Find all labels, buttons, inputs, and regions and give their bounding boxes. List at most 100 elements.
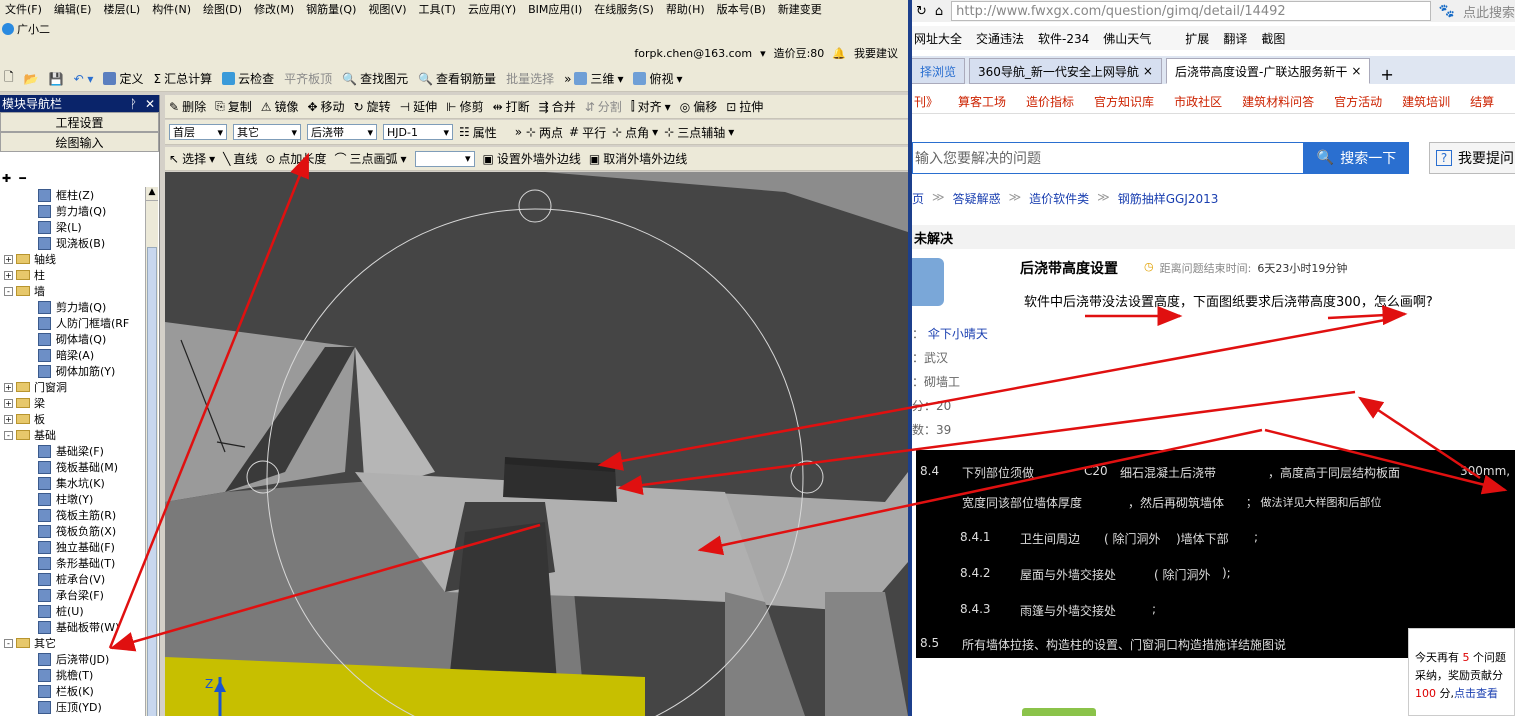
nav-link[interactable]: 官方知识库	[1094, 93, 1154, 110]
nav-link[interactable]: 市政社区	[1174, 93, 1222, 110]
close-icon[interactable]: ×	[1351, 64, 1361, 78]
break-button[interactable]: ⇹ 打断	[493, 98, 530, 115]
tree-item[interactable]: 基础板带(W)	[0, 619, 145, 635]
tree-folder[interactable]: - 其它	[0, 635, 145, 651]
menu-rebar[interactable]: 钢筋量(Q)	[303, 1, 359, 17]
tree-item[interactable]: 筏板负筋(X)	[0, 523, 145, 539]
assistant-label[interactable]: 广小二	[17, 21, 50, 37]
pin-icon[interactable]: ᚹ	[130, 97, 137, 111]
open-file-icon[interactable]: 📂	[24, 72, 39, 86]
nav-link[interactable]: 结算	[1470, 93, 1494, 110]
breadcrumb-software[interactable]: 造价软件类	[1029, 190, 1089, 207]
sum-button[interactable]: Σ 汇总计算	[153, 70, 212, 87]
find-element-button[interactable]: 🔍 查找图元	[342, 70, 408, 87]
line-button[interactable]: ╲ 直线	[223, 150, 257, 167]
menu-version[interactable]: 版本号(B)	[714, 1, 769, 17]
two-points-button[interactable]: » ⊹ 两点	[515, 124, 563, 141]
tree-item[interactable]: 挑檐(T)	[0, 667, 145, 683]
tree-item[interactable]: 人防门框墙(RF	[0, 315, 145, 331]
bell-icon[interactable]: 🔔	[832, 47, 846, 60]
new-tab-button[interactable]: +	[1374, 65, 1399, 84]
nav-link[interactable]: 建筑材料问答	[1242, 93, 1314, 110]
offset-button[interactable]: ◎ 偏移	[680, 98, 718, 115]
tree-item[interactable]: 筏板基础(M)	[0, 459, 145, 475]
set-outer-wall-button[interactable]: ▣ 设置外墙外边线	[483, 150, 581, 167]
arc-option-select[interactable]: ▾	[414, 150, 475, 167]
trim-button[interactable]: ⊩ 修剪	[446, 98, 483, 115]
scroll-thumb[interactable]	[147, 247, 157, 716]
parallel-button[interactable]: # 平行	[569, 124, 606, 141]
tree-item[interactable]: 剪力墙(Q)	[0, 299, 145, 315]
tab-browse[interactable]: 择浏览	[912, 58, 966, 84]
tree-scrollbar[interactable]: ▲	[145, 187, 158, 716]
expand-toggle-icon[interactable]: -	[4, 286, 13, 296]
project-settings-button[interactable]: 工程设置	[0, 112, 159, 132]
tree-item[interactable]: 栏板(K)	[0, 683, 145, 699]
tree-folder[interactable]: + 门窗洞	[0, 379, 145, 395]
menu-draw[interactable]: 绘图(D)	[200, 1, 245, 17]
breadcrumb-home[interactable]: 页	[912, 190, 924, 207]
refresh-icon[interactable]: ↻	[916, 4, 927, 19]
view-top-button[interactable]: 俯视 ▾	[633, 70, 683, 87]
menu-bim[interactable]: BIM应用(I)	[525, 1, 585, 17]
mirror-button[interactable]: ⚠ 镜像	[261, 98, 299, 115]
accept-button[interactable]	[1022, 708, 1096, 716]
tab-current[interactable]: 后浇带高度设置-广联达服务新干 ×	[1165, 58, 1371, 84]
component-select[interactable]: 后浇带 ▾	[307, 124, 377, 140]
define-button[interactable]: 定义	[103, 70, 143, 87]
expand-all-icon[interactable]: ✚	[2, 172, 11, 185]
move-button[interactable]: ✥ 移动	[307, 98, 344, 115]
select-button[interactable]: ↖ 选择 ▾	[169, 150, 215, 167]
menu-edit[interactable]: 编辑(E)	[51, 1, 95, 17]
bookmark-weather[interactable]: 佛山天气	[1103, 30, 1151, 47]
flat-top-button[interactable]: 平齐板顶	[284, 70, 332, 87]
avatar[interactable]	[912, 258, 944, 306]
nav-link[interactable]: 刊》	[914, 93, 938, 110]
tree-folder[interactable]: + 梁	[0, 395, 145, 411]
tree-item[interactable]: 砌体加筋(Y)	[0, 363, 145, 379]
tree-item[interactable]: 暗梁(A)	[0, 347, 145, 363]
floor-select[interactable]: 首层 ▾	[169, 124, 227, 140]
search-here-field[interactable]: 点此搜索	[1463, 2, 1515, 21]
three-point-aux-button[interactable]: ⊹ 三点辅轴 ▾	[664, 124, 734, 141]
expand-toggle-icon[interactable]: -	[4, 430, 13, 440]
tree-item[interactable]: 基础梁(F)	[0, 443, 145, 459]
menu-modify[interactable]: 修改(M)	[251, 1, 297, 17]
undo-icon[interactable]: ↶ ▾	[74, 72, 94, 86]
expand-toggle-icon[interactable]: +	[4, 414, 13, 424]
tree-item[interactable]: 梁(L)	[0, 219, 145, 235]
tree-item[interactable]: 承台梁(F)	[0, 587, 145, 603]
tree-item[interactable]: 条形基础(T)	[0, 555, 145, 571]
point-length-button[interactable]: ⊙ 点加长度	[265, 150, 326, 167]
home-icon[interactable]: ⌂	[935, 4, 943, 19]
collapse-all-icon[interactable]: ━	[19, 172, 26, 185]
expand-toggle-icon[interactable]: +	[4, 382, 13, 392]
tree-item[interactable]: 剪力墙(Q)	[0, 203, 145, 219]
cancel-outer-wall-button[interactable]: ▣ 取消外墙外边线	[589, 150, 687, 167]
tree-folder[interactable]: -墙	[0, 283, 145, 299]
align-button[interactable]: ⫿ 对齐 ▾	[631, 98, 671, 115]
nav-link[interactable]: 造价指标	[1026, 93, 1074, 110]
ask-question-button[interactable]: ? 我要提问	[1429, 142, 1515, 174]
asker-name[interactable]: 伞下小晴天	[928, 327, 988, 341]
point-angle-button[interactable]: ⊹ 点角 ▾	[612, 124, 658, 141]
view-rebar-button[interactable]: 🔍 查看钢筋量	[418, 70, 496, 87]
tree-item[interactable]: 集水坑(K)	[0, 475, 145, 491]
bookmark-extension[interactable]: 扩展	[1185, 30, 1209, 47]
tree-folder[interactable]: + 轴线	[0, 251, 145, 267]
tree-folder[interactable]: + 板	[0, 411, 145, 427]
bookmark-translate[interactable]: 翻译	[1223, 30, 1247, 47]
cloud-check-button[interactable]: 云检查	[222, 70, 274, 87]
url-field[interactable]: http://www.fwxgx.com/question/gimq/detai…	[951, 1, 1431, 21]
tree-item[interactable]: 桩(U)	[0, 603, 145, 619]
three-arc-button[interactable]: ⌒ 三点画弧 ▾	[334, 150, 406, 167]
breadcrumb-ggj[interactable]: 钢筋抽样GGJ2013	[1118, 190, 1219, 207]
tree-folder[interactable]: + 柱	[0, 267, 145, 283]
tree-item[interactable]: 后浇带(JD)	[0, 651, 145, 667]
tree-item[interactable]: 柱墩(Y)	[0, 491, 145, 507]
copy-button[interactable]: ⎘ 复制	[215, 98, 252, 115]
category-select[interactable]: 其它 ▾	[233, 124, 301, 140]
scroll-up-icon[interactable]: ▲	[146, 187, 158, 201]
menu-help[interactable]: 帮助(H)	[663, 1, 708, 17]
tree-item[interactable]: 框柱(Z)	[0, 187, 145, 203]
